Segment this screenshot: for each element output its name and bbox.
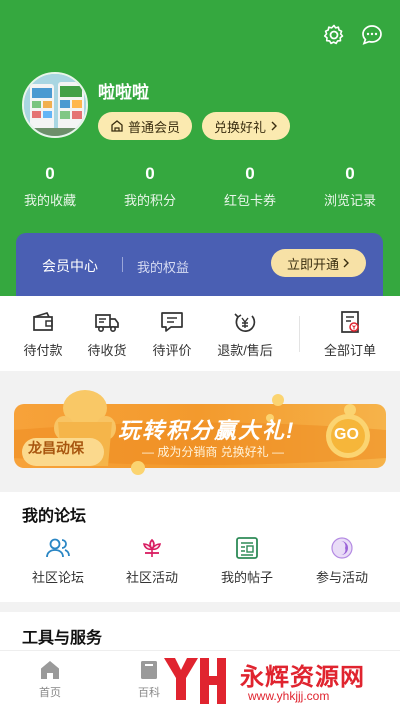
member-level-badge[interactable]: 普通会员 — [98, 112, 192, 140]
stat-history[interactable]: 0 浏览记录 — [300, 164, 400, 209]
promo-go-button[interactable]: GO — [334, 426, 359, 444]
chevron-right-icon — [343, 258, 349, 268]
forum-item-community-activity[interactable]: 社区活动 — [112, 536, 192, 586]
moon-icon — [331, 537, 353, 559]
forum-item-label: 参与活动 — [315, 570, 368, 585]
wallet-icon — [33, 311, 53, 331]
promo-banner[interactable]: 龙昌动保 玩转积分赢大礼! — 成为分销商 兑换好礼 — GO — [0, 380, 400, 488]
truck-icon — [95, 314, 119, 332]
activate-now-label: 立即开通 — [286, 256, 339, 272]
chat-bubble-icon[interactable] — [357, 20, 387, 50]
order-label: 待收货 — [87, 343, 127, 358]
stat-value: 0 — [145, 164, 155, 183]
order-pending-payment[interactable]: 待付款 — [11, 310, 75, 359]
username: 啦啦啦 — [98, 83, 149, 102]
watermark-brand: 永辉资源网 — [240, 664, 365, 691]
home-icon — [41, 661, 59, 679]
stat-favorites[interactable]: 0 我的收藏 — [0, 164, 100, 209]
watermark-logo — [164, 658, 226, 704]
stats-row: 0 我的收藏 0 我的积分 0 红包卡券 0 浏览记录 — [0, 164, 400, 209]
refund-icon — [234, 313, 256, 332]
stat-points[interactable]: 0 我的积分 — [100, 164, 200, 209]
orders-panel: 待付款 待收货 待评价 退款/售后 全部订单 — [0, 296, 400, 371]
chevron-right-icon — [271, 121, 277, 131]
member-benefits-link[interactable]: 我的权益 — [137, 257, 189, 276]
member-level-label: 普通会员 — [127, 119, 180, 135]
order-list-icon — [341, 311, 359, 333]
order-pending-review[interactable]: 待评价 — [140, 310, 204, 359]
stat-value: 0 — [345, 164, 355, 183]
order-all[interactable]: 全部订单 — [318, 310, 382, 359]
site-watermark: 永辉资源网 www.yhkjjj.com — [160, 652, 400, 710]
member-center-title: 会员中心 — [42, 258, 98, 274]
order-pending-receipt[interactable]: 待收货 — [75, 310, 139, 359]
redeem-gifts-button[interactable]: 兑换好礼 — [202, 112, 290, 140]
stat-value: 0 — [245, 164, 255, 183]
promo-headline: 玩转积分赢大礼! — [118, 418, 296, 443]
stat-coupons[interactable]: 0 红包卡券 — [200, 164, 300, 209]
stat-label: 我的收藏 — [23, 193, 76, 208]
crown-house-icon — [111, 120, 123, 132]
people-icon — [46, 538, 70, 558]
divider — [122, 257, 123, 272]
activate-now-button[interactable]: 立即开通 — [271, 249, 366, 277]
section-title: 工具与服务 — [22, 630, 103, 647]
forum-section: 我的论坛 社区论坛 社区活动 我的帖子 参与活动 — [0, 492, 400, 602]
order-label: 待付款 — [23, 343, 63, 358]
tab-home[interactable]: 首页 — [20, 659, 80, 700]
forum-item-label: 社区论坛 — [31, 570, 84, 585]
forum-item-label: 我的帖子 — [220, 570, 273, 585]
flower-icon — [142, 538, 162, 557]
book-icon — [141, 661, 157, 679]
stat-label: 红包卡券 — [223, 193, 276, 208]
stat-label: 我的积分 — [123, 193, 176, 208]
order-refund[interactable]: 退款/售后 — [211, 310, 279, 359]
forum-item-join-activity[interactable]: 参与活动 — [302, 536, 382, 586]
redeem-gifts-label: 兑换好礼 — [213, 119, 266, 135]
forum-item-my-posts[interactable]: 我的帖子 — [207, 536, 287, 586]
order-label: 全部订单 — [323, 343, 376, 358]
gear-icon[interactable] — [319, 20, 349, 50]
order-label: 待评价 — [152, 343, 192, 358]
profile-header: 啦啦啦 普通会员 兑换好礼 0 我的收藏 0 我的积分 0 红包卡券 0 浏览记… — [0, 0, 400, 300]
order-label: 退款/售后 — [217, 343, 273, 358]
section-title: 我的论坛 — [22, 508, 87, 525]
promo-subline: — 成为分销商 兑换好礼 — — [142, 445, 285, 459]
avatar[interactable] — [22, 72, 88, 138]
member-center-card[interactable]: 会员中心 我的权益 立即开通 — [16, 233, 383, 299]
divider — [299, 316, 300, 352]
tab-label: 首页 — [39, 687, 61, 699]
forum-item-label: 社区活动 — [125, 570, 178, 585]
comment-icon — [161, 312, 183, 332]
watermark-url: www.yhkjjj.com — [248, 689, 330, 703]
forum-item-community-forum[interactable]: 社区论坛 — [18, 536, 98, 586]
promo-brand: 龙昌动保 — [28, 440, 84, 456]
stat-value: 0 — [45, 164, 55, 183]
post-icon — [236, 537, 258, 559]
stat-label: 浏览记录 — [323, 193, 376, 208]
